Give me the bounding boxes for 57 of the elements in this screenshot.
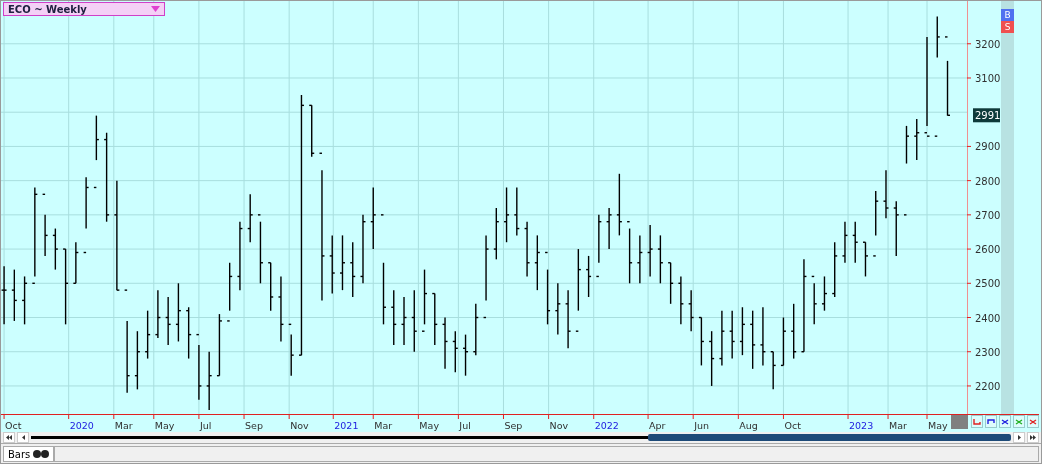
date-label: May xyxy=(928,420,948,431)
date-label: May xyxy=(419,420,439,431)
date-label: 2021 xyxy=(334,420,359,431)
buy-button[interactable]: B xyxy=(1001,9,1014,21)
date-label: Nov xyxy=(549,420,569,431)
date-label: Mar xyxy=(114,420,133,431)
scroll-right-button[interactable] xyxy=(1013,432,1025,443)
date-label: 2022 xyxy=(594,420,619,431)
date-label: 2020 xyxy=(69,420,94,431)
price-label: 2200 xyxy=(975,380,1001,392)
date-label: May xyxy=(154,420,175,431)
double-left-icon xyxy=(6,435,12,440)
date-label: 2023 xyxy=(849,420,874,431)
date-label: Mar xyxy=(889,420,907,431)
corner-box xyxy=(951,415,968,429)
dots-icon xyxy=(33,450,50,458)
price-label: 2500 xyxy=(975,278,1001,290)
scroll-left-button[interactable] xyxy=(17,432,29,443)
price-label: 2600 xyxy=(975,244,1001,256)
cross-icon xyxy=(1029,418,1037,425)
caret-icon xyxy=(151,6,160,12)
price-label: 3100 xyxy=(975,73,1001,84)
price-label: 2900 xyxy=(975,141,1001,153)
date-label: Nov xyxy=(290,420,309,431)
symbol-dropdown[interactable]: ECO ~ Weekly xyxy=(3,2,165,16)
price-label: 3200 xyxy=(975,38,1001,50)
last-price-label: 2991 xyxy=(973,108,1001,123)
date-label: Mar xyxy=(374,420,393,431)
chart-tab[interactable]: Bars xyxy=(3,446,55,462)
date-label: Sep xyxy=(245,420,263,431)
chart-tool-button[interactable] xyxy=(971,415,983,428)
date-label: Aug xyxy=(739,420,758,431)
chart-tool-button[interactable] xyxy=(999,415,1011,428)
date-label: Jun xyxy=(694,420,710,431)
chart-tool-button[interactable] xyxy=(1027,415,1039,428)
date-label: Jul xyxy=(199,420,212,431)
scroll-thumb[interactable] xyxy=(648,434,1011,441)
cross-icon xyxy=(1001,418,1009,425)
price-label: 2800 xyxy=(975,175,1001,187)
right-arrow-icon xyxy=(1017,435,1021,440)
price-label: 2400 xyxy=(975,312,1001,324)
price-label: 2700 xyxy=(975,209,1001,221)
cross-icon xyxy=(1015,418,1023,425)
step-line-icon xyxy=(987,418,995,425)
date-label: Oct xyxy=(784,420,801,431)
step-line-icon xyxy=(973,418,981,425)
date-label: Oct xyxy=(5,420,22,431)
date-label: Jul xyxy=(459,420,471,431)
left-arrow-icon xyxy=(21,435,25,440)
date-label: Apr xyxy=(649,420,666,431)
date-label: Sep xyxy=(504,420,523,431)
chart-tool-button[interactable] xyxy=(985,415,997,428)
scroll-start-button[interactable] xyxy=(3,432,15,443)
price-label: 2300 xyxy=(975,346,1001,358)
scroll-end-button[interactable] xyxy=(1027,432,1039,443)
double-right-icon xyxy=(1030,435,1036,440)
sell-button[interactable]: S xyxy=(1001,21,1014,33)
